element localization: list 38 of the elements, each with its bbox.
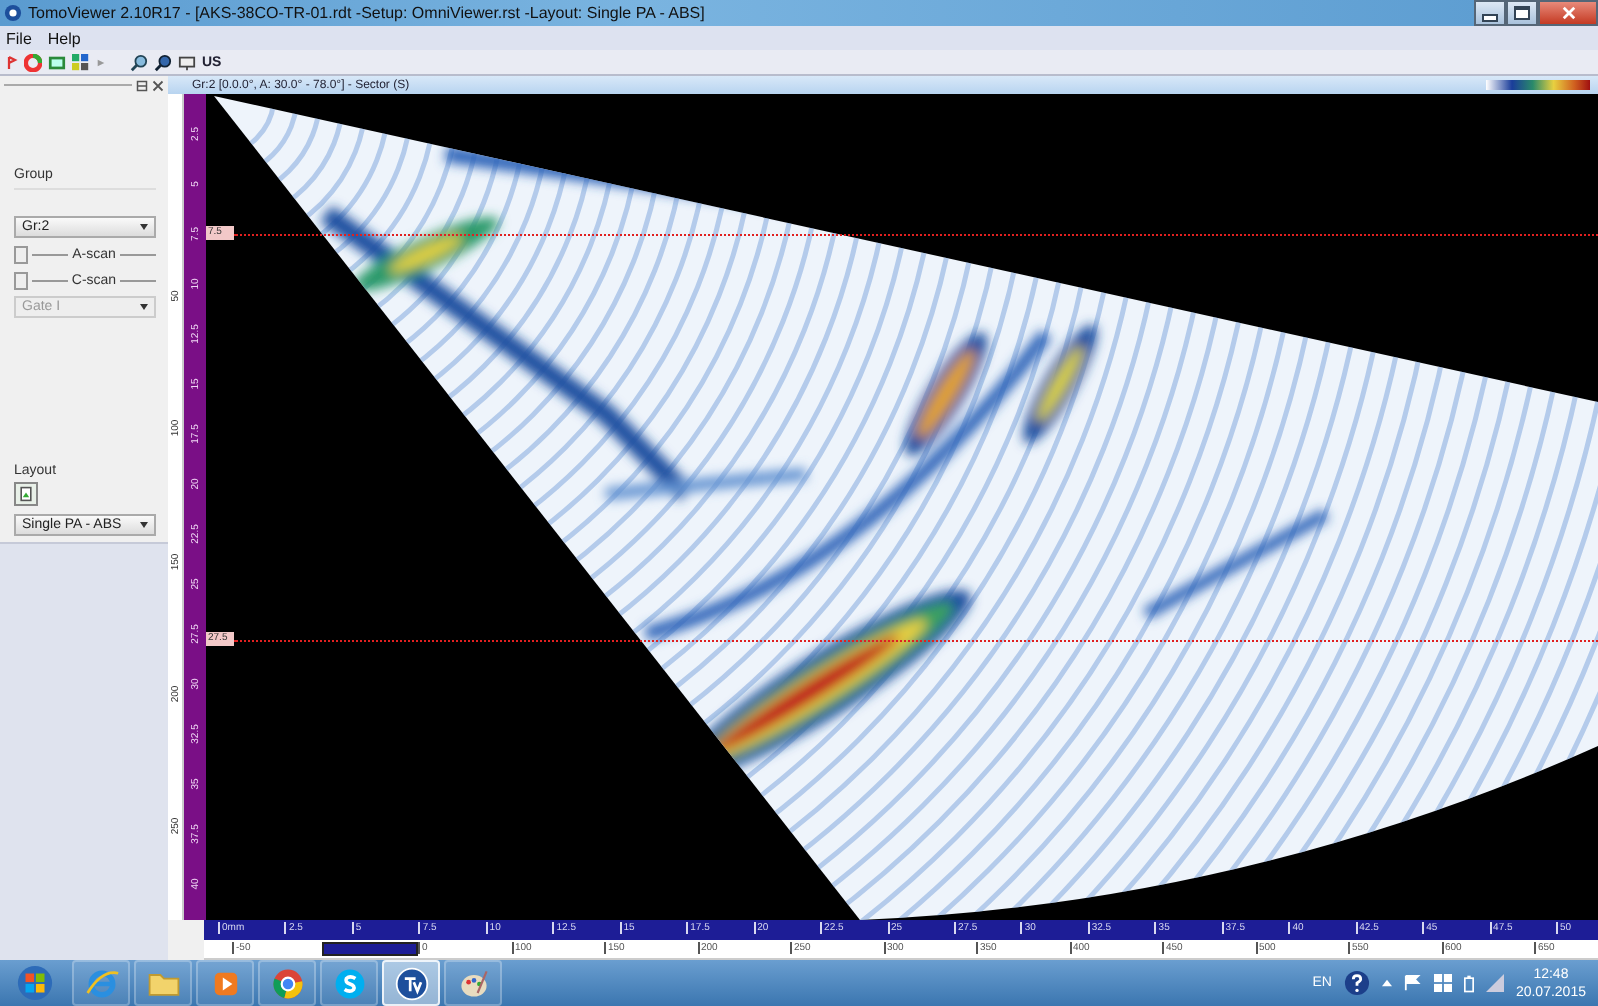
zoom-out-icon[interactable] xyxy=(154,53,172,71)
menu-item[interactable]: Help xyxy=(47,29,81,47)
paint-palette-icon xyxy=(455,965,491,1001)
close-icon xyxy=(1561,6,1575,20)
taskbar-app-button[interactable] xyxy=(196,960,254,1006)
monitor-icon[interactable] xyxy=(178,53,196,71)
windows-icon[interactable] xyxy=(1433,974,1452,992)
cursor-line[interactable] xyxy=(234,640,1598,642)
menu-item[interactable]: File xyxy=(6,29,32,47)
zoom-in-icon[interactable] xyxy=(130,53,148,71)
marker-icon[interactable] xyxy=(6,53,18,71)
app-logo-icon xyxy=(393,965,429,1001)
skype-icon xyxy=(331,965,367,1001)
color-scale-bar xyxy=(1486,80,1590,90)
media-player-icon xyxy=(209,967,241,999)
scroll-thumb[interactable] xyxy=(322,942,418,956)
browser-icon xyxy=(83,965,119,1001)
window-title: TomoViewer 2.10R17 - [AKS-38CO-TR-01.rdt -Setup: OmniViewer.rst -Layout: Single PA - ABS] xyxy=(28,4,705,22)
cursor-line[interactable] xyxy=(234,234,1598,236)
caret-icon[interactable] xyxy=(96,57,106,67)
close-button[interactable] xyxy=(1538,0,1598,26)
grid-icon[interactable] xyxy=(72,53,90,71)
close-icon[interactable] xyxy=(152,79,164,91)
app-icon xyxy=(4,4,22,22)
minimize-button[interactable] xyxy=(1474,0,1506,26)
image-icon[interactable] xyxy=(48,53,66,71)
caret-up-icon[interactable] xyxy=(1381,978,1392,988)
signal-icon[interactable] xyxy=(1485,974,1504,992)
chrome-icon xyxy=(269,965,305,1001)
flag-icon[interactable] xyxy=(1403,974,1422,992)
help-icon[interactable] xyxy=(1343,970,1370,996)
layout-button[interactable] xyxy=(14,482,38,506)
maximize-button[interactable] xyxy=(1506,0,1538,26)
taskbar-app-button[interactable] xyxy=(320,960,378,1006)
taskbar-app-button[interactable] xyxy=(258,960,316,1006)
battery-icon[interactable] xyxy=(1463,973,1474,993)
color-wheel-icon[interactable] xyxy=(24,53,42,71)
taskbar-app-button[interactable] xyxy=(382,960,440,1006)
